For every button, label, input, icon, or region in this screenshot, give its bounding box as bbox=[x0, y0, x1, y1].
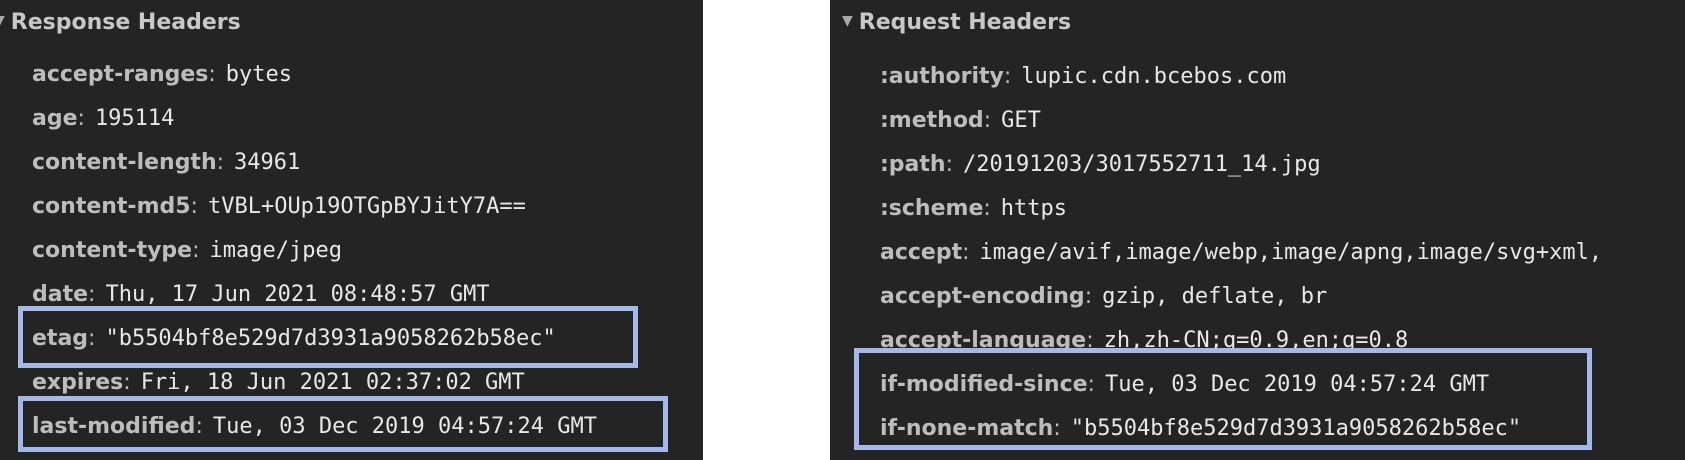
request-headers-panel: ▼ Request Headers :authority: lupic.cdn.b… bbox=[830, 0, 1685, 460]
response-headers-panel: ▼ Response Headers accept-ranges:bytes a… bbox=[0, 0, 703, 460]
header-row-accept-encoding[interactable]: accept-encoding: gzip, deflate, br bbox=[880, 274, 1685, 318]
response-headers-list: accept-ranges: bytes age:195114 content-l… bbox=[0, 52, 703, 448]
response-headers-toggle[interactable]: ▼ Response Headers bbox=[0, 4, 241, 40]
header-value: Thu, 17 Jun 2021 08:48:57 GMT bbox=[105, 281, 490, 307]
header-name: accept-ranges bbox=[32, 61, 209, 87]
header-value: image/jpeg bbox=[209, 237, 342, 263]
header-name: date bbox=[32, 281, 89, 307]
header-value: /20191203/3017552711_14.jpg bbox=[963, 151, 1321, 177]
header-row-if-modified-since[interactable]: if-modified-since: Tue, 03 Dec 2019 04:57… bbox=[880, 362, 1685, 406]
header-value: https bbox=[1000, 195, 1068, 221]
header-value: bytes bbox=[225, 61, 293, 87]
header-name: :method bbox=[880, 107, 984, 133]
header-value: "b5504bf8e529d7d3931a9058262b58ec" bbox=[105, 325, 556, 351]
header-row-etag[interactable]: etag: "b5504bf8e529d7d3931a9058262b58ec" bbox=[32, 316, 703, 360]
header-name: accept-language bbox=[880, 327, 1087, 353]
header-value: "b5504bf8e529d7d3931a9058262b58ec" bbox=[1070, 415, 1522, 441]
header-name: accept-encoding bbox=[880, 283, 1085, 309]
header-row-accept-ranges[interactable]: accept-ranges: bytes bbox=[32, 52, 703, 96]
header-row-expires[interactable]: expires: Fri, 18 Jun 2021 02:37:02 GMT bbox=[32, 360, 703, 404]
header-name: :authority bbox=[880, 63, 1004, 89]
header-value: Tue, 03 Dec 2019 04:57:24 GMT bbox=[1104, 371, 1490, 397]
request-headers-toggle[interactable]: ▼ Request Headers bbox=[842, 4, 1071, 40]
header-value: lupic.cdn.bcebos.com bbox=[1021, 63, 1287, 89]
header-value: Tue, 03 Dec 2019 04:57:24 GMT bbox=[212, 413, 597, 439]
header-row-accept[interactable]: accept: image/avif,image/webp,image/apng,… bbox=[880, 230, 1685, 274]
header-row-content-length[interactable]: content-length:34961 bbox=[32, 140, 703, 184]
header-name: expires bbox=[32, 369, 124, 395]
header-value: 195114 bbox=[94, 105, 175, 131]
header-value: image/avif,image/webp,image/apng,image/s… bbox=[979, 239, 1603, 265]
header-row-path[interactable]: :path:/20191203/3017552711_14.jpg bbox=[880, 142, 1685, 186]
header-value: Fri, 18 Jun 2021 02:37:02 GMT bbox=[140, 369, 525, 395]
header-name: :path bbox=[880, 151, 946, 177]
header-name: if-modified-since bbox=[880, 371, 1088, 397]
header-name: accept bbox=[880, 239, 963, 265]
triangle-down-icon[interactable]: ▼ bbox=[0, 13, 5, 29]
header-row-age[interactable]: age:195114 bbox=[32, 96, 703, 140]
header-name: last-modified bbox=[32, 413, 196, 439]
header-row-method[interactable]: :method: GET bbox=[880, 98, 1685, 142]
response-headers-title: Response Headers bbox=[10, 9, 241, 35]
header-value: GET bbox=[1001, 107, 1041, 133]
triangle-down-icon[interactable]: ▼ bbox=[842, 13, 853, 29]
header-row-scheme[interactable]: :scheme: https bbox=[880, 186, 1685, 230]
header-row-last-modified[interactable]: last-modified: Tue, 03 Dec 2019 04:57:24 … bbox=[32, 404, 703, 448]
header-value: 34961 bbox=[234, 149, 301, 175]
header-row-authority[interactable]: :authority: lupic.cdn.bcebos.com bbox=[880, 54, 1685, 98]
header-row-date[interactable]: date: Thu, 17 Jun 2021 08:48:57 GMT bbox=[32, 272, 703, 316]
header-name: :scheme bbox=[880, 195, 984, 221]
header-name: etag bbox=[32, 325, 89, 351]
header-value: gzip, deflate, br bbox=[1102, 283, 1328, 309]
header-value: zh,zh-CN;q=0.9,en;q=0.8 bbox=[1103, 327, 1409, 353]
header-name: content-length bbox=[32, 149, 217, 175]
header-name: if-none-match bbox=[880, 415, 1054, 441]
header-name: age bbox=[32, 105, 78, 131]
header-name: content-md5 bbox=[32, 193, 191, 219]
header-value: tVBL+OUp19OTGpBYJitY7A== bbox=[207, 193, 526, 219]
header-name: content-type bbox=[32, 237, 193, 263]
request-headers-list: :authority: lupic.cdn.bcebos.com :method:… bbox=[830, 54, 1685, 450]
request-headers-title: Request Headers bbox=[858, 9, 1072, 35]
header-row-if-none-match[interactable]: if-none-match: "b5504bf8e529d7d3931a90582… bbox=[880, 406, 1685, 450]
header-row-accept-language[interactable]: accept-language: zh,zh-CN;q=0.9,en;q=0.8 bbox=[880, 318, 1685, 362]
header-row-content-type[interactable]: content-type: image/jpeg bbox=[32, 228, 703, 272]
header-row-content-md5[interactable]: content-md5: tVBL+OUp19OTGpBYJitY7A== bbox=[32, 184, 703, 228]
